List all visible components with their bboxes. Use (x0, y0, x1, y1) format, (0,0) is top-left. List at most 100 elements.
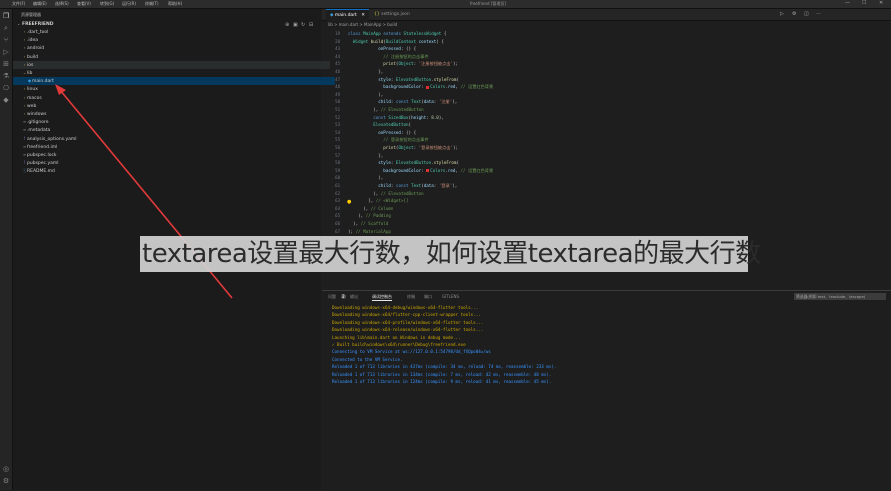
menu-terminal[interactable]: 终端(T) (145, 1, 159, 7)
tree-item[interactable]: › ios (13, 60, 330, 69)
tab-ports[interactable]: 端口 (424, 294, 432, 300)
tab-main-dart[interactable]: ◆ main.dart ✕ (326, 9, 370, 21)
tab-debug-console[interactable]: 调试控制台 (372, 294, 392, 301)
more-actions-icon[interactable]: ⋯ (816, 11, 821, 17)
files-icon[interactable]: ❐ (2, 12, 10, 20)
code-line: class MainApp extends StatelessWidget { (348, 31, 446, 36)
tree-item[interactable]: › .dart_tool (13, 28, 330, 36)
code-token: Text (411, 183, 422, 188)
line-number: 63 (335, 198, 340, 204)
tree-item[interactable]: ⓘREADME.md (13, 167, 330, 175)
code-line: style: ElevatedButton.styleFrom( (348, 160, 459, 165)
testing-icon[interactable]: ⚗ (2, 72, 10, 80)
menu-help[interactable]: 帮助(H) (168, 1, 182, 7)
code-token: ElevatedButton (373, 122, 409, 128)
tree-item[interactable]: › android (13, 44, 330, 52)
problem-count-badge: 2 (341, 294, 346, 299)
close-tab-icon[interactable]: ✕ (361, 13, 365, 18)
close-icon[interactable]: ✕ (879, 0, 883, 6)
maximize-icon[interactable]: ☐ (862, 0, 866, 6)
menu-edit[interactable]: 编辑(E) (33, 1, 47, 7)
tree-item[interactable]: ! analysis_options.yaml (13, 135, 330, 143)
code-token: 8.0 (431, 114, 439, 120)
tree-item-label: build (27, 54, 39, 60)
console-line: Downloading windows-x64-release/windows-… (332, 327, 484, 333)
console-line: Downloading windows-x64-profile/windows-… (332, 319, 484, 325)
tab-output[interactable]: 输出 (350, 294, 358, 300)
code-token: // Scaffold (360, 221, 389, 226)
code-line: onPressed: () { (348, 46, 416, 51)
gear-icon[interactable]: ⚙ (2, 477, 10, 485)
lightbulb-icon[interactable]: ● (347, 199, 351, 205)
menu-go[interactable]: 转到(G) (100, 1, 114, 7)
tab-settings-json[interactable]: {} settings.json (370, 9, 414, 20)
line-number: 54 (335, 129, 340, 135)
window-title: freefriend [管理员] (470, 1, 506, 6)
console-line: Connected to the VM Service. (332, 356, 403, 362)
run-icon[interactable]: ▷ (780, 11, 784, 17)
tree-item[interactable]: ≡freefriend.iml (13, 143, 330, 151)
extensions-icon[interactable]: ⊞ (2, 60, 10, 68)
code-token: build (370, 38, 384, 44)
color-swatch[interactable] (426, 85, 430, 89)
debug-filter-input[interactable]: 筛选器(例如 text、!exclude、\escape) (794, 293, 886, 300)
flutter-icon[interactable]: ◆ (2, 96, 10, 104)
code-token: Colors (430, 167, 446, 173)
code-token: styleFrom (433, 76, 457, 82)
account-icon[interactable]: ◎ (2, 465, 10, 473)
split-editor-icon[interactable]: ◫ (804, 11, 809, 17)
line-number: 44 (335, 53, 340, 59)
code-token: SizedBox (388, 114, 409, 120)
code-token: }, (348, 152, 384, 158)
console-line: Reloaded 1 of 713 libraries in 437ms (co… (332, 364, 557, 370)
menu-run[interactable]: 运行(R) (122, 1, 136, 7)
search-icon[interactable]: ⌕ (2, 24, 10, 32)
overlay-banner: textarea设置最大行数，如何设置textarea的最大行数 (140, 236, 761, 272)
code-token: // MaterialApp (355, 228, 391, 234)
tree-item[interactable]: › macos (13, 94, 330, 102)
tree-item[interactable]: ≡pubspec.lock (13, 151, 330, 159)
line-number: 55 (335, 137, 340, 143)
code-line: ); // MaterialApp (348, 229, 391, 234)
code-token: ( (456, 160, 459, 166)
tree-item[interactable]: › .idea (13, 36, 330, 44)
line-number: 19 (335, 31, 340, 36)
code-token: { (443, 31, 447, 36)
code-token: data (423, 99, 434, 105)
code-line: backgroundColor: Colors.red, // 设置红色背景 (348, 168, 493, 174)
remote-icon[interactable]: ⎔ (2, 84, 10, 92)
debug-icon[interactable]: ⚙ (792, 11, 796, 17)
code-line: Widget build(BuildContext context) { (348, 39, 444, 44)
console-line: Reloaded 1 of 713 libraries in 124ms (co… (332, 379, 552, 384)
tree-item[interactable]: ≡.gitignore (13, 118, 330, 126)
code-line: ), // ElevatedButton (348, 107, 423, 112)
menu-selection[interactable]: 选择(S) (55, 1, 69, 7)
tree-item[interactable]: ◆main.dart (13, 77, 335, 86)
tree-item[interactable]: › windows (13, 110, 330, 118)
tree-item[interactable]: › web (13, 102, 330, 110)
code-token: // 登录按钮的点击事件 (348, 137, 429, 143)
tree-item[interactable]: ! pubspec.yaml (13, 159, 330, 167)
tab-terminal[interactable]: 终端 (407, 294, 415, 300)
line-number: 51 (335, 107, 340, 112)
minimize-icon[interactable]: — (845, 0, 850, 6)
menu-file[interactable]: 文件(F) (12, 1, 25, 7)
run-debug-icon[interactable]: ▷ (2, 48, 10, 56)
tree-item[interactable]: ⌄lib (13, 69, 330, 77)
code-token: onPressed (378, 129, 401, 135)
tree-item[interactable]: › build (13, 53, 330, 61)
tree-item[interactable]: › linux (13, 85, 330, 93)
color-swatch[interactable] (426, 169, 430, 173)
code-token: BuildContext (385, 38, 419, 44)
code-token: ); (452, 145, 459, 150)
code-token: : () { (400, 129, 417, 135)
source-control-icon[interactable]: ⑂ (2, 36, 10, 44)
tree-item[interactable]: ≡.metadata (13, 126, 330, 134)
explorer-root[interactable]: ⌄ FREEFRIEND (13, 20, 325, 28)
tab-problems[interactable]: 问题 (328, 294, 336, 300)
tab-gitlens[interactable]: GITLENS (442, 294, 459, 299)
menu-view[interactable]: 查看(V) (77, 1, 91, 7)
